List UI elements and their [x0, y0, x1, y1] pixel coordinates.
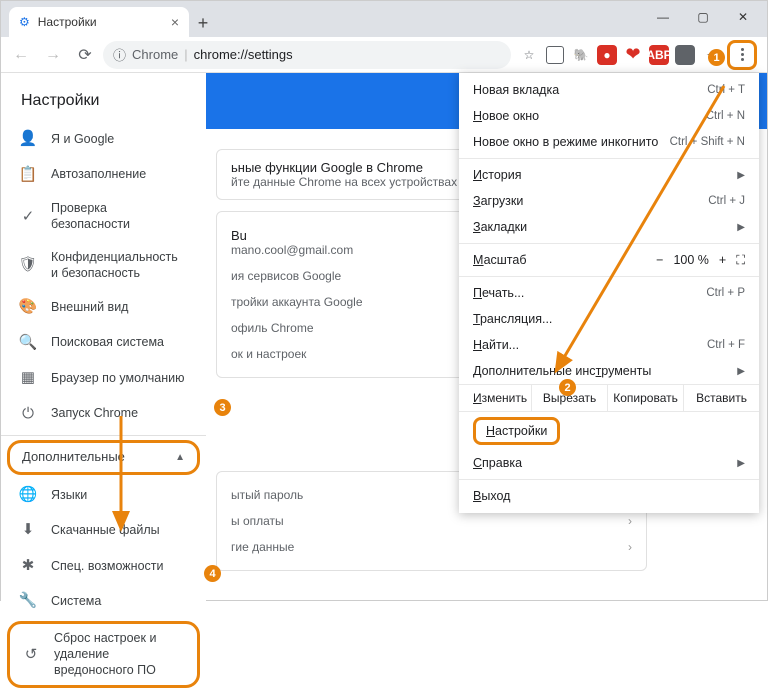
sidebar-item-system[interactable]: 🔧Система	[1, 583, 206, 619]
menu-zoom: Масштаб − 100 % + ⛶	[459, 247, 759, 273]
sidebar-item-languages[interactable]: 🌐Языки	[1, 477, 206, 513]
menu-help[interactable]: Справка▶	[459, 450, 759, 476]
red-extension-icon[interactable]: ●	[597, 45, 617, 65]
menu-edit-row: Изменить Вырезать Копировать Вставить	[459, 384, 759, 412]
shield-extension-icon[interactable]	[545, 45, 565, 65]
bookmark-star-icon[interactable]: ☆	[519, 45, 539, 65]
wrench-icon: 🔧	[19, 591, 37, 611]
menu-new-window[interactable]: Новое окноCtrl + N	[459, 103, 759, 129]
person-icon: 👤	[19, 129, 37, 149]
annotation-badge-3: 3	[214, 399, 231, 416]
palette-icon: 🎨	[19, 297, 37, 317]
addresses-row[interactable]: гие данные›	[231, 534, 632, 560]
address-bar[interactable]: ⓘ Chrome | chrome://settings	[103, 41, 511, 69]
url-path: chrome://settings	[194, 47, 293, 62]
tab-close-icon[interactable]: ×	[171, 14, 179, 30]
fullscreen-icon[interactable]: ⛶	[736, 253, 745, 268]
sidebar-item-autofill[interactable]: 📋Автозаполнение	[1, 157, 206, 193]
sidebar-item-default-browser[interactable]: ▦Браузер по умолчанию	[1, 360, 206, 396]
menu-exit[interactable]: Выход	[459, 483, 759, 509]
settings-favicon-icon: ⚙	[19, 15, 30, 29]
evernote-extension-icon[interactable]: 🐘	[571, 45, 591, 65]
restore-icon: ↺	[22, 645, 40, 665]
settings-title: Настройки	[21, 92, 99, 110]
close-window-button[interactable]: ✕	[723, 5, 763, 29]
menu-incognito[interactable]: Новое окно в режиме инкогнитоCtrl + Shif…	[459, 129, 759, 155]
shield-check-icon: ✓	[19, 207, 37, 227]
settings-sidebar: 👤Я и Google 📋Автозаполнение ✓Проверка бе…	[1, 121, 206, 690]
menu-print[interactable]: Печать...Ctrl + P	[459, 280, 759, 306]
gray-extension-icon[interactable]	[675, 45, 695, 65]
browser-tab[interactable]: ⚙ Настройки ×	[9, 7, 189, 37]
chrome-menu-button[interactable]	[727, 40, 757, 70]
browser-titlebar: ⚙ Настройки × + — ▢ ✕	[1, 1, 767, 37]
menu-copy[interactable]: Копировать	[608, 385, 684, 411]
user-email: mano.cool@gmail.com	[231, 243, 353, 257]
browser-icon: ▦	[19, 368, 37, 388]
heart-extension-icon[interactable]: ❤	[623, 45, 643, 65]
sidebar-item-you-google[interactable]: 👤Я и Google	[1, 121, 206, 157]
window-controls: — ▢ ✕	[643, 5, 763, 29]
globe-icon: 🌐	[19, 485, 37, 505]
menu-history[interactable]: История▶	[459, 162, 759, 188]
menu-bookmarks[interactable]: Закладки▶	[459, 214, 759, 240]
user-name: Bu	[231, 228, 353, 243]
chevron-up-icon: ▲	[175, 451, 185, 464]
download-icon: ⬇	[19, 520, 37, 540]
sidebar-advanced-toggle[interactable]: Дополнительные ▲	[7, 440, 200, 475]
annotation-badge-4: 4	[204, 565, 221, 582]
sidebar-item-privacy[interactable]: 🛡Конфиденциальность и безопасность	[1, 241, 206, 290]
sidebar-item-safety-check[interactable]: ✓Проверка безопасности	[1, 192, 206, 241]
menu-find[interactable]: Найти...Ctrl + F	[459, 332, 759, 358]
sidebar-item-startup[interactable]: ⏻Запуск Chrome	[1, 396, 206, 432]
search-icon: 🔍	[19, 333, 37, 353]
minimize-button[interactable]: —	[643, 5, 683, 29]
sidebar-item-appearance[interactable]: 🎨Внешний вид	[1, 289, 206, 325]
sidebar-item-downloads[interactable]: ⬇Скачанные файлы	[1, 512, 206, 548]
site-info-icon[interactable]: ⓘ	[113, 45, 126, 64]
sidebar-item-accessibility[interactable]: ✱Спец. возможности	[1, 548, 206, 584]
annotation-badge-2: 2	[559, 379, 576, 396]
sidebar-item-reset[interactable]: ↺Сброс настроек и удаление вредоносного …	[7, 621, 200, 688]
reload-button[interactable]: ⟳	[71, 41, 99, 69]
sidebar-item-search[interactable]: 🔍Поисковая система	[1, 325, 206, 361]
zoom-in-button[interactable]: +	[719, 253, 726, 267]
url-bar: ← → ⟳ ⓘ Chrome | chrome://settings ☆ 🐘 ●…	[1, 37, 767, 73]
edit-label: Изменить	[459, 385, 532, 411]
clipboard-icon: 📋	[19, 165, 37, 185]
menu-cast[interactable]: Трансляция...	[459, 306, 759, 332]
accessibility-icon: ✱	[19, 556, 37, 576]
new-tab-button[interactable]: +	[189, 9, 217, 37]
zoom-out-button[interactable]: −	[656, 253, 663, 267]
menu-new-tab[interactable]: Новая вкладкаCtrl + T	[459, 77, 759, 103]
abp-extension-icon[interactable]: ABP	[649, 45, 669, 65]
maximize-button[interactable]: ▢	[683, 5, 723, 29]
tab-title: Настройки	[38, 15, 97, 29]
forward-button[interactable]: →	[39, 41, 67, 69]
menu-settings[interactable]: Настройки	[459, 412, 759, 450]
zoom-value: 100 %	[673, 253, 708, 267]
shield-icon: 🛡	[19, 255, 37, 275]
back-button[interactable]: ←	[7, 41, 35, 69]
menu-downloads[interactable]: ЗагрузкиCtrl + J	[459, 188, 759, 214]
annotation-badge-1: 1	[708, 49, 725, 66]
chrome-menu-popup: Новая вкладкаCtrl + T Новое окноCtrl + N…	[459, 73, 759, 513]
menu-more-tools[interactable]: Дополнительные инструменты▶	[459, 358, 759, 384]
menu-paste[interactable]: Вставить	[684, 385, 759, 411]
power-icon: ⏻	[19, 404, 37, 424]
url-prefix: Chrome	[132, 47, 178, 62]
